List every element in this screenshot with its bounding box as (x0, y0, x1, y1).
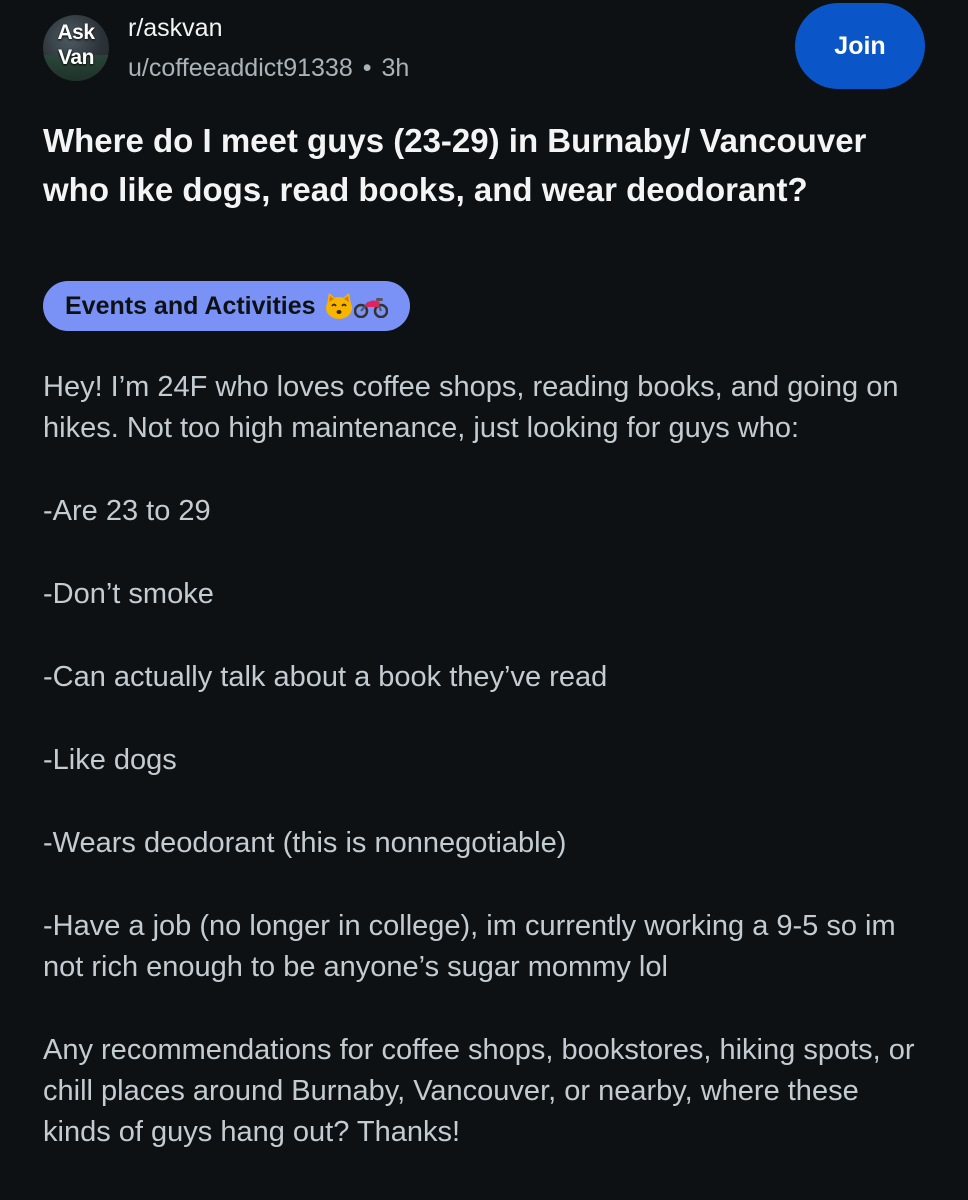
subreddit-name[interactable]: r/askvan (128, 12, 222, 44)
post-age: 3h (381, 54, 410, 82)
post-header: Ask Van r/askvan u/coffeeaddict91338 • 3h … (0, 0, 968, 110)
cat-face-icon (325, 293, 352, 319)
body-list-item: -Like dogs (43, 744, 177, 776)
body-paragraph: Hey! I’m 24F who loves coffee shops, rea… (43, 371, 899, 444)
body-list-item: -Are 23 to 29 (43, 495, 211, 527)
body-list-item: -Don’t smoke (43, 578, 214, 610)
body-paragraph: Any recommendations for coffee shops, bo… (43, 1034, 915, 1148)
body-list-item: -Wears deodorant (this is nonnegotiable) (43, 827, 567, 859)
post-body: Hey! I’m 24F who loves coffee shops, rea… (43, 367, 923, 1195)
flair-label: Events and Activities (65, 291, 316, 320)
motorcycle-icon (353, 298, 388, 318)
post-meta: u/coffeeaddict91338 • 3h (128, 52, 409, 84)
post-flair[interactable]: Events and Activities (43, 281, 410, 331)
body-list-item: -Can actually talk about a book they’ve … (43, 661, 608, 693)
avatar-text-van: Van (58, 46, 94, 69)
body-list-item: -Have a job (no longer in college), im c… (43, 910, 896, 983)
subreddit-avatar[interactable]: Ask Van (43, 15, 109, 81)
flair-emoji (324, 292, 388, 320)
post-title: Where do I meet guys (23-29) in Burnaby/… (43, 122, 867, 208)
join-button[interactable]: Join (795, 3, 925, 89)
avatar-text-ask: Ask (57, 21, 95, 44)
meta-separator: • (362, 54, 372, 82)
author-link[interactable]: u/coffeeaddict91338 (128, 54, 353, 82)
